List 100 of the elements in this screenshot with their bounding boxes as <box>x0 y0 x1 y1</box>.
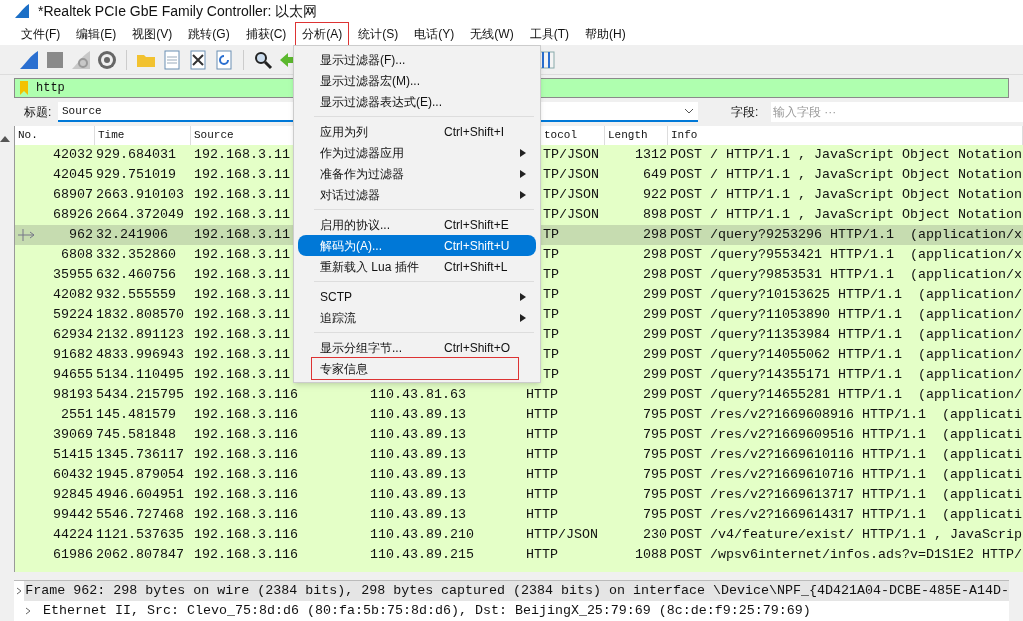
table-cell: 192.168.3.116 <box>194 487 298 502</box>
table-cell: POST /query?11353984 HTTP/1.1 (application/ <box>670 327 1022 342</box>
table-cell: POST /query?10153625 HTTP/1.1 (application/ <box>670 287 1022 302</box>
column-title-label: 标题: <box>24 104 53 121</box>
table-cell: 110.43.89.13 <box>370 447 466 462</box>
table-cell: 92845 <box>53 487 93 502</box>
table-cell: 51415 <box>53 447 93 462</box>
table-cell: POST /res/v2?1669614317 HTTP/1.1 (applicati <box>670 507 1022 522</box>
table-cell: 192.168.3.11 <box>194 187 290 202</box>
table-cell: 2062.807847 <box>96 547 184 562</box>
table-cell: POST /query?11053890 HTTP/1.1 (application/ <box>670 307 1022 322</box>
table-cell: 298 <box>643 227 667 242</box>
table-cell: 61986 <box>53 547 93 562</box>
table-cell-text: HTTP <box>525 406 559 424</box>
table-cell: 110.43.89.215 <box>370 547 474 562</box>
table-cell: 1945.879054 <box>96 467 184 482</box>
field-label: 字段: <box>731 104 760 121</box>
table-cell: 922 <box>643 187 667 202</box>
table-cell: POST /res/v2?1669608916 HTTP/1.1 (applicati <box>670 407 1022 422</box>
table-cell: 299 <box>643 287 667 302</box>
table-cell-text: TP/JSON <box>543 146 600 164</box>
table-cell: POST /res/v2?1669610116 HTTP/1.1 (applicati <box>670 447 1022 462</box>
table-cell-text: TP <box>543 366 560 384</box>
table-cell: 110.43.81.63 <box>370 387 466 402</box>
table-cell: 2663.910103 <box>96 187 184 202</box>
table-cell: 39069 <box>53 427 93 442</box>
table-cell: 98193 <box>53 387 93 402</box>
table-cell: 110.43.89.13 <box>370 487 466 502</box>
table-cell: POST /res/v2?1669610716 HTTP/1.1 (applicati <box>670 467 1022 482</box>
table-cell: 192.168.3.116 <box>194 407 298 422</box>
table-cell-text: HTTP <box>525 446 559 464</box>
table-cell: 929.751019 <box>96 167 176 182</box>
table-cell: 110.43.89.13 <box>370 467 466 482</box>
table-cell: 5546.727468 <box>96 507 184 522</box>
table-cell: 192.168.3.116 <box>194 447 298 462</box>
table-cell: POST / HTTP/1.1 , JavaScript Object Notation <box>670 147 1022 162</box>
table-cell: 110.43.89.210 <box>370 527 474 542</box>
table-cell: 192.168.3.11 <box>194 227 290 242</box>
table-cell: POST /query?9553421 HTTP/1.1 (application/x <box>670 247 1022 262</box>
table-cell: 192.168.3.11 <box>194 147 290 162</box>
table-cell: 42045 <box>53 167 93 182</box>
table-cell: POST / HTTP/1.1 , JavaScript Object Notation <box>670 167 1022 182</box>
table-cell-text: HTTP <box>525 506 559 524</box>
table-cell-text: HTTP <box>525 386 559 404</box>
table-cell: 1345.736117 <box>96 447 184 462</box>
table-cell: 192.168.3.11 <box>194 207 290 222</box>
table-cell: 192.168.3.11 <box>194 367 290 382</box>
table-cell: 68926 <box>53 207 93 222</box>
table-cell: POST /wpsv6internet/infos.ads?v=D1S1E2 HTTP/ <box>670 547 1022 562</box>
table-cell: 745.581848 <box>96 427 176 442</box>
table-cell: 42082 <box>53 287 93 302</box>
table-cell: 145.481579 <box>96 407 176 422</box>
table-cell: 44224 <box>53 527 93 542</box>
table-cell: 632.460756 <box>96 267 176 282</box>
table-cell: 192.168.3.11 <box>194 307 290 322</box>
table-cell: 649 <box>643 167 667 182</box>
table-cell: 192.168.3.11 <box>194 347 290 362</box>
table-cell: 6808 <box>61 247 93 262</box>
table-cell: 192.168.3.11 <box>194 167 290 182</box>
table-cell: 59224 <box>53 307 93 322</box>
table-cell: 99442 <box>53 507 93 522</box>
table-cell: 192.168.3.116 <box>194 387 298 402</box>
table-cell: 299 <box>643 307 667 322</box>
table-cell: 110.43.89.13 <box>370 507 466 522</box>
table-cell: 795 <box>643 507 667 522</box>
table-cell: 230 <box>643 527 667 542</box>
table-cell: 2132.891123 <box>96 327 184 342</box>
table-cell: 795 <box>643 427 667 442</box>
table-cell-text: TP/JSON <box>543 186 600 204</box>
table-cell: 60432 <box>53 467 93 482</box>
table-cell: 2664.372049 <box>96 207 184 222</box>
table-cell: 932.555559 <box>96 287 176 302</box>
table-cell: 62934 <box>53 327 93 342</box>
table-cell: 4946.604951 <box>96 487 184 502</box>
table-cell: 299 <box>643 347 667 362</box>
table-cell: 32.241906 <box>96 227 168 242</box>
table-cell: POST / HTTP/1.1 , JavaScript Object Notation <box>670 187 1022 202</box>
table-cell: 299 <box>643 367 667 382</box>
table-cell-text: TP <box>543 286 560 304</box>
table-cell: 1312 <box>635 147 667 162</box>
table-cell: 929.684031 <box>96 147 176 162</box>
filter-text: http <box>36 80 65 97</box>
table-cell: 4833.996943 <box>96 347 184 362</box>
table-cell: 5134.110495 <box>96 367 184 382</box>
table-cell: POST /query?14655281 HTTP/1.1 (application/ <box>670 387 1022 402</box>
table-cell-text: TP <box>543 306 560 324</box>
table-cell: 299 <box>643 327 667 342</box>
table-cell: 110.43.89.13 <box>370 427 466 442</box>
table-cell: 35955 <box>53 267 93 282</box>
table-cell: 68907 <box>53 187 93 202</box>
table-cell: 91682 <box>53 347 93 362</box>
table-cell: 1088 <box>635 547 667 562</box>
table-cell: POST /res/v2?1669613717 HTTP/1.1 (applicati <box>670 487 1022 502</box>
table-cell: POST /query?14055062 HTTP/1.1 (application/ <box>670 347 1022 362</box>
table-cell-text: HTTP <box>525 486 559 504</box>
table-cell: 192.168.3.116 <box>194 507 298 522</box>
table-cell: 42032 <box>53 147 93 162</box>
table-cell: 192.168.3.116 <box>194 427 298 442</box>
table-cell: 110.43.89.13 <box>370 407 466 422</box>
table-cell-text: HTTP/JSON <box>525 526 599 544</box>
